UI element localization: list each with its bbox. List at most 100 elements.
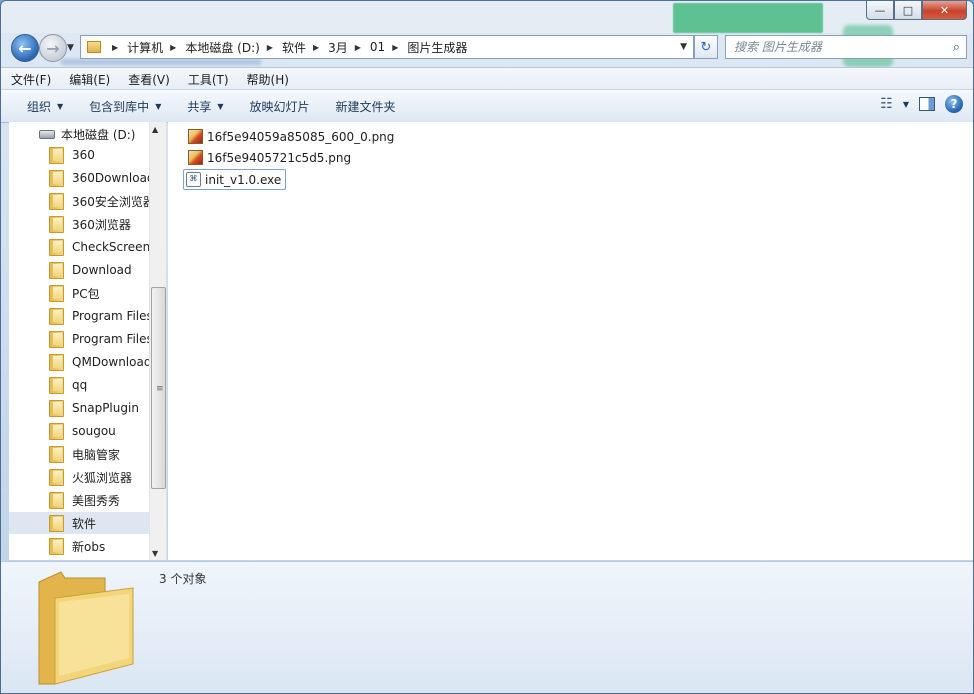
breadcrumb-march[interactable]: 3月 bbox=[328, 39, 348, 56]
tree-item-label: 软件 bbox=[72, 516, 97, 531]
explorer-window: — □ ✕ ← → ▼ ▶ 计算机 ▶ 本地磁盘 (D:) ▶ 软件 ▶ 3月 … bbox=[0, 0, 974, 694]
view-options-icon[interactable]: ☷ bbox=[880, 96, 893, 112]
tree-item[interactable]: Program Files bbox=[49, 328, 153, 350]
forward-arrow-icon[interactable]: → bbox=[39, 34, 67, 62]
folder-icon bbox=[49, 514, 64, 532]
breadcrumb-separator[interactable]: ▶ bbox=[267, 43, 273, 52]
organize-button[interactable]: 组织 ▼ bbox=[1, 98, 76, 115]
command-bar-right: ☷ ▼ ? bbox=[880, 95, 963, 113]
tree-item[interactable]: 360 bbox=[49, 144, 95, 166]
breadcrumb-software[interactable]: 软件 bbox=[282, 39, 306, 56]
tree-item[interactable]: 360安全浏览器 bbox=[49, 190, 155, 212]
include-in-library-button[interactable]: 包含到库中 ▼ bbox=[76, 98, 174, 115]
menu-bar: 文件(F) 编辑(E) 查看(V) 工具(T) 帮助(H) bbox=[1, 67, 973, 90]
navigation-pane: 本地磁盘 (D:) 360 360Downloads 360安全浏览器 360浏… bbox=[9, 122, 167, 560]
breadcrumb-separator[interactable]: ▶ bbox=[313, 43, 319, 52]
breadcrumb-01[interactable]: 01 bbox=[370, 40, 385, 54]
breadcrumb-separator[interactable]: ▶ bbox=[355, 43, 361, 52]
breadcrumb-drive[interactable]: 本地磁盘 (D:) bbox=[185, 39, 259, 56]
folder-icon bbox=[49, 307, 64, 325]
breadcrumb-separator[interactable]: ▶ bbox=[392, 43, 398, 52]
tree-item[interactable]: 新obs bbox=[49, 535, 105, 557]
folder-icon bbox=[49, 169, 64, 187]
scroll-down-icon[interactable]: ▼ bbox=[152, 549, 158, 558]
tree-item-label: sougou bbox=[72, 424, 116, 438]
tree-item-label: Program Files bbox=[72, 332, 153, 346]
file-name: 16f5e94059a85085_600_0.png bbox=[207, 129, 395, 144]
tree-item[interactable]: Download bbox=[49, 259, 132, 281]
tree-item[interactable]: SnapPlugin bbox=[49, 397, 139, 419]
folder-icon bbox=[49, 491, 64, 509]
tree-item-label: 360 bbox=[72, 148, 95, 162]
refresh-icon[interactable]: ↻ bbox=[694, 35, 718, 59]
details-pane: 3 个对象 bbox=[1, 561, 973, 693]
tree-item-label: 新obs bbox=[72, 539, 106, 554]
executable-file-icon: ⌘ bbox=[186, 172, 201, 187]
file-item[interactable]: 16f5e94059a85085_600_0.png bbox=[186, 127, 398, 146]
tree-item-label: CheckScreen bbox=[72, 240, 151, 254]
tree-item[interactable]: CheckScreen bbox=[49, 236, 150, 258]
tree-item[interactable]: Program Files bbox=[49, 305, 153, 327]
scrollbar-thumb[interactable]: ≡ bbox=[151, 287, 166, 489]
image-file-icon bbox=[188, 129, 203, 144]
minimize-button[interactable]: — bbox=[866, 1, 894, 20]
tree-item[interactable]: QMDownload bbox=[49, 351, 151, 373]
folder-icon bbox=[49, 284, 64, 302]
nav-pane-scrollbar[interactable]: ▲ ≡ ▼ bbox=[149, 122, 166, 560]
recent-pages-dropdown[interactable]: ▼ bbox=[67, 43, 74, 53]
tree-item[interactable]: 电脑管家 bbox=[49, 443, 120, 465]
breadcrumb-separator[interactable]: ▶ bbox=[112, 43, 118, 52]
breadcrumb-separator[interactable]: ▶ bbox=[170, 43, 176, 52]
folder-icon bbox=[49, 399, 64, 417]
background-text-blur bbox=[61, 59, 261, 65]
tree-item[interactable]: 360Downloads bbox=[49, 167, 161, 189]
folder-icon bbox=[49, 215, 64, 233]
help-icon[interactable]: ? bbox=[945, 95, 963, 113]
tree-item-label: 美图秀秀 bbox=[72, 493, 121, 508]
close-button[interactable]: ✕ bbox=[922, 1, 967, 20]
file-item[interactable]: 16f5e9405721c5d5.png bbox=[186, 148, 355, 167]
folder-icon bbox=[49, 238, 64, 256]
organize-label: 组织 bbox=[27, 99, 52, 114]
folder-icon bbox=[49, 422, 64, 440]
scroll-up-icon[interactable]: ▲ bbox=[152, 125, 158, 134]
share-button[interactable]: 共享 ▼ bbox=[174, 98, 236, 115]
back-arrow-icon[interactable]: ← bbox=[11, 34, 39, 62]
search-box[interactable]: ⌕ bbox=[725, 35, 967, 59]
maximize-button[interactable]: □ bbox=[894, 1, 922, 20]
chevron-down-icon: ▼ bbox=[57, 101, 64, 111]
address-bar[interactable]: ▶ 计算机 ▶ 本地磁盘 (D:) ▶ 软件 ▶ 3月 ▶ 01 ▶ 图片生成器… bbox=[80, 35, 694, 59]
address-history-dropdown[interactable]: ▼ bbox=[680, 42, 687, 52]
tree-item[interactable]: 火狐浏览器 bbox=[49, 466, 132, 488]
share-label: 共享 bbox=[187, 99, 212, 114]
tree-item-label: Program Files bbox=[72, 309, 153, 323]
preview-pane-icon[interactable] bbox=[919, 97, 935, 111]
search-input[interactable] bbox=[726, 39, 936, 55]
folder-icon bbox=[49, 330, 64, 348]
folder-icon bbox=[49, 353, 64, 371]
search-icon[interactable]: ⌕ bbox=[953, 40, 960, 55]
tree-item[interactable]: sougou bbox=[49, 420, 116, 442]
folder-icon bbox=[49, 376, 64, 394]
tree-item-label: Download bbox=[72, 263, 132, 277]
tree-item[interactable]: qq bbox=[49, 374, 87, 396]
menu-edit[interactable]: 编辑(E) bbox=[59, 71, 118, 88]
tree-item-selected[interactable]: 软件 bbox=[9, 512, 149, 534]
menu-tools[interactable]: 工具(T) bbox=[178, 71, 237, 88]
breadcrumb-computer[interactable]: 计算机 bbox=[127, 39, 163, 56]
pane-divider[interactable] bbox=[166, 122, 167, 560]
menu-view[interactable]: 查看(V) bbox=[118, 71, 178, 88]
tree-item[interactable]: 360浏览器 bbox=[49, 213, 131, 235]
tree-root-drive[interactable]: 本地磁盘 (D:) bbox=[39, 126, 135, 143]
breadcrumb-current-folder[interactable]: 图片生成器 bbox=[407, 39, 467, 56]
tree-item[interactable]: PC包 bbox=[49, 282, 100, 304]
menu-file[interactable]: 文件(F) bbox=[1, 71, 59, 88]
new-folder-button[interactable]: 新建文件夹 bbox=[323, 98, 409, 115]
tree-item[interactable]: 美图秀秀 bbox=[49, 489, 120, 511]
file-item-focused[interactable]: ⌘ init_v1.0.exe bbox=[183, 169, 287, 190]
tree-item-label: 电脑管家 bbox=[72, 447, 121, 462]
menu-help[interactable]: 帮助(H) bbox=[237, 71, 297, 88]
slideshow-button[interactable]: 放映幻灯片 bbox=[237, 98, 323, 115]
view-options-dropdown[interactable]: ▼ bbox=[903, 100, 909, 109]
file-name: init_v1.0.exe bbox=[205, 172, 282, 187]
